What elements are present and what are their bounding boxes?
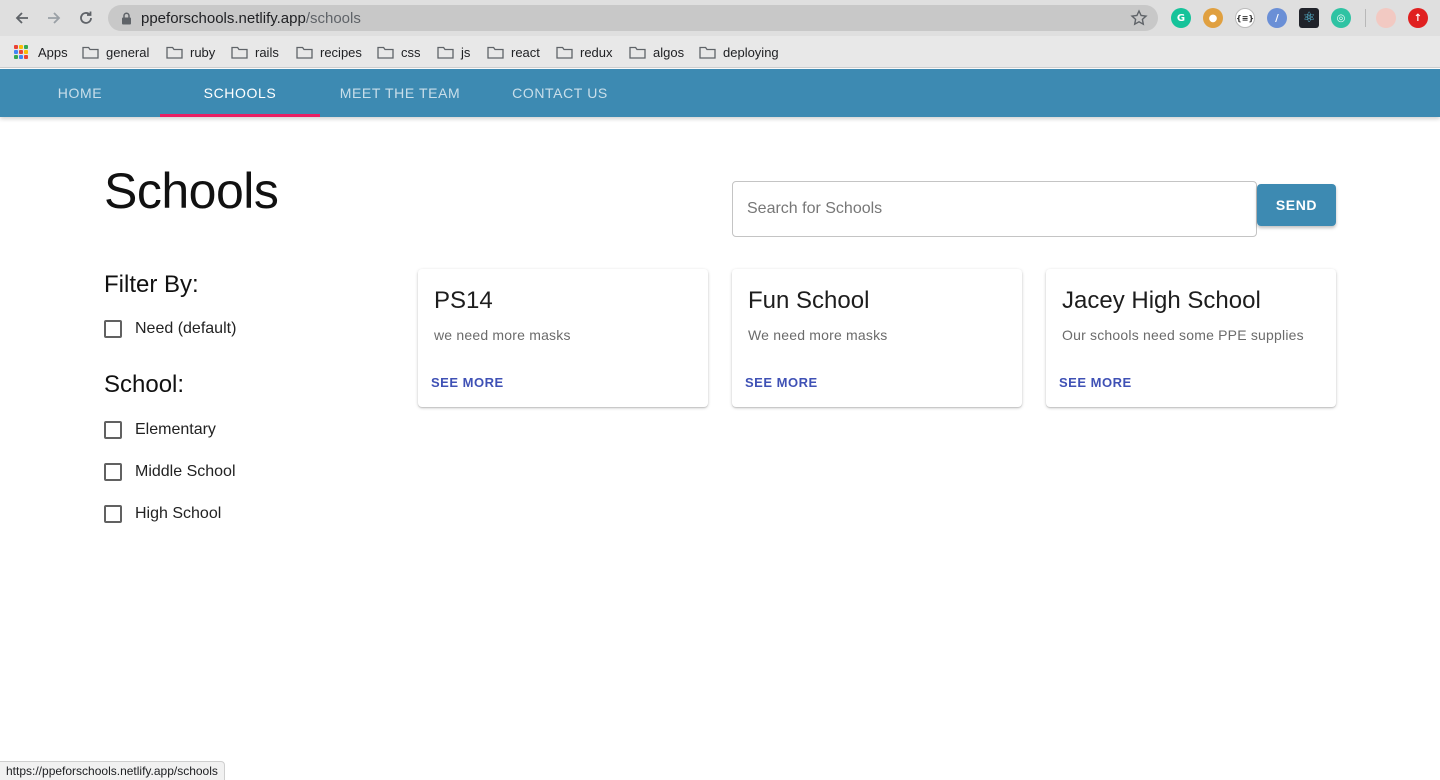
active-tab-indicator (160, 114, 320, 117)
browser-toolbar: ppeforschools.netlify.app/schools G ● {≡} /… (0, 0, 1440, 36)
middle-school-checkbox-row[interactable]: Middle School (104, 463, 236, 481)
school-card-description: Our schools need some PPE supplies (1062, 327, 1304, 343)
bookmark-folder-label: ruby (190, 44, 216, 60)
profile-avatar-icon[interactable] (1376, 8, 1396, 28)
bookmark-folder-label: general (106, 44, 150, 60)
bookmark-folder-algos[interactable]: algos (629, 42, 684, 62)
bookmark-folder-js[interactable]: js (437, 42, 470, 62)
folder-icon (377, 46, 394, 59)
school-card: Jacey High School Our schools need some … (1046, 269, 1336, 407)
school-card-title: Jacey High School (1062, 287, 1261, 314)
bookmark-folder-css[interactable]: css (377, 42, 421, 62)
bookmark-folder-label: recipes (320, 44, 362, 60)
bookmark-folder-label: algos (653, 44, 685, 60)
bookmark-folder-label: js (461, 44, 471, 60)
school-card-description: We need more masks (748, 327, 888, 343)
search-input[interactable] (732, 181, 1257, 237)
app-nav-bar: HOME SCHOOLS MEET THE TEAM CONTACT US (0, 69, 1440, 117)
toolbar-separator (1365, 9, 1366, 27)
bookmark-folder-label: rails (255, 44, 279, 60)
elementary-checkbox-row[interactable]: Elementary (104, 421, 216, 439)
bookmark-folder-label: deploying (723, 44, 779, 60)
need-checkbox[interactable] (104, 320, 122, 338)
reload-icon[interactable] (75, 7, 97, 29)
json-viewer-icon[interactable]: {≡} (1235, 8, 1255, 28)
target-icon[interactable]: ◎ (1331, 8, 1351, 28)
url-text: ppeforschools.netlify.app/schools (141, 10, 361, 27)
school-card-title: PS14 (434, 287, 493, 314)
folder-icon (82, 46, 99, 59)
folder-icon (487, 46, 504, 59)
update-icon[interactable]: ↑ (1408, 8, 1428, 28)
bookmark-folder-label: css (401, 44, 421, 60)
high-school-checkbox[interactable] (104, 505, 122, 523)
high-school-checkbox-row[interactable]: High School (104, 505, 221, 523)
forward-arrow-icon[interactable] (43, 7, 65, 29)
folder-icon (556, 46, 573, 59)
bookmark-folder-deploying[interactable]: deploying (699, 42, 779, 62)
filter-by-heading: Filter By: (104, 271, 199, 298)
need-checkbox-row[interactable]: Need (default) (104, 320, 236, 338)
compass-icon[interactable]: / (1267, 8, 1287, 28)
send-button[interactable]: SEND (1257, 184, 1336, 226)
tab-contact-us[interactable]: CONTACT US (480, 69, 640, 117)
school-card: PS14 we need more masks SEE MORE (418, 269, 708, 407)
elementary-checkbox-label: Elementary (135, 421, 216, 438)
folder-icon (296, 46, 313, 59)
apps-grid-icon (14, 45, 28, 59)
see-more-button[interactable]: SEE MORE (745, 375, 818, 390)
bookmark-apps-label: Apps (38, 44, 68, 60)
react-devtools-icon[interactable]: ⚛ (1299, 8, 1319, 28)
bookmark-star-icon[interactable] (1130, 9, 1148, 27)
url-path: /schools (305, 9, 361, 27)
bookmark-folder-react[interactable]: react (487, 42, 540, 62)
school-card-title: Fun School (748, 287, 870, 314)
bookmark-folder-general[interactable]: general (82, 42, 149, 62)
link-status-bar: https://ppeforschools.netlify.app/school… (0, 761, 225, 780)
grammarly-icon[interactable]: G (1171, 8, 1191, 28)
folder-icon (629, 46, 646, 59)
bookmark-folder-recipes[interactable]: recipes (296, 42, 362, 62)
folder-icon (699, 46, 716, 59)
tab-home[interactable]: HOME (0, 69, 160, 117)
school-card-description: we need more masks (434, 327, 571, 343)
folder-icon (437, 46, 454, 59)
address-bar[interactable]: ppeforschools.netlify.app/schools (108, 5, 1158, 31)
lock-icon (119, 11, 133, 25)
see-more-button[interactable]: SEE MORE (431, 375, 504, 390)
bookmark-folder-label: redux (580, 44, 613, 60)
elementary-checkbox[interactable] (104, 421, 122, 439)
high-school-checkbox-label: High School (135, 505, 222, 522)
bookmark-folder-label: react (511, 44, 540, 60)
cookie-icon[interactable]: ● (1203, 8, 1223, 28)
bookmarks-bar: Apps general ruby rails recipes css js react re… (0, 36, 1440, 68)
bookmark-folder-ruby[interactable]: ruby (166, 42, 215, 62)
need-checkbox-label: Need (default) (135, 320, 237, 337)
folder-icon (166, 46, 183, 59)
bookmark-folder-rails[interactable]: rails (231, 42, 279, 62)
school-type-heading: School: (104, 371, 185, 398)
back-arrow-icon[interactable] (11, 7, 33, 29)
bookmark-apps[interactable]: Apps (14, 42, 68, 62)
bookmark-folder-redux[interactable]: redux (556, 42, 613, 62)
middle-school-checkbox[interactable] (104, 463, 122, 481)
school-card: Fun School We need more masks SEE MORE (732, 269, 1022, 407)
page-title: Schools (104, 163, 279, 219)
middle-school-checkbox-label: Middle School (135, 463, 236, 480)
tab-schools[interactable]: SCHOOLS (160, 69, 320, 117)
tab-meet-the-team[interactable]: MEET THE TEAM (320, 69, 480, 117)
folder-icon (231, 46, 248, 59)
see-more-button[interactable]: SEE MORE (1059, 375, 1132, 390)
url-host: ppeforschools.netlify.app (141, 9, 306, 27)
